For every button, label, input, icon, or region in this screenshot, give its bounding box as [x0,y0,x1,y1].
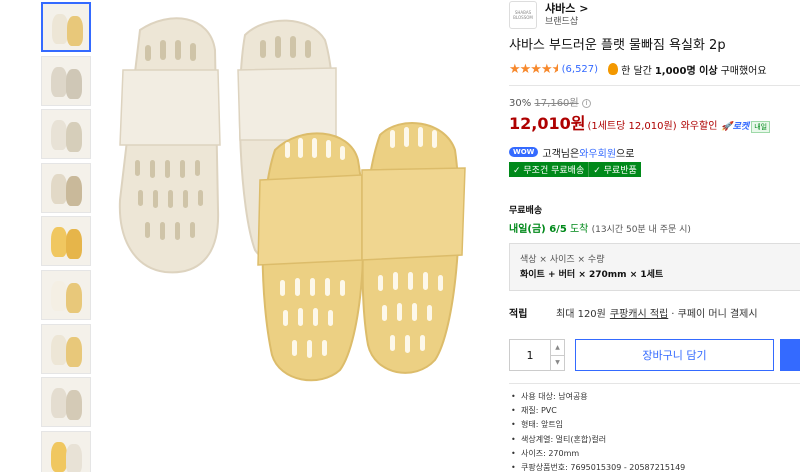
thumbnail-slipper-shape [51,227,67,258]
option-selector[interactable]: 색상 × 사이즈 × 수량 화이트 + 버터 × 270mm × 1세트 [509,243,800,291]
benefit-badges: ✓ 무조건 무료배송 ✓ 무료반품 [509,162,800,177]
original-price: 17,160원 [534,98,579,109]
wow-discount-label: 와우할인 [680,121,718,132]
brand-shop-label: 브랜드샵 [545,17,579,27]
wow-suffix: 으로 [616,148,635,160]
thumbnail-slipper-shape [51,334,67,365]
product-title: 샤바스 부드러운 플랫 물빠짐 욕실화 2p [509,38,726,53]
brand-text: 샤바스 > 브랜드샵 [545,2,588,28]
spec-item: 사이즈: 270mm [509,447,800,461]
butter-slipper-left [257,132,365,382]
order-deadline: (13시간 50분 내 주문 시) [591,225,691,235]
rating-row: ★★★★★ (6,527) 한 달간 1,000명 이상 구매했어요 [509,61,800,77]
thumbnail-item[interactable] [41,162,91,213]
thumbnail-slipper-shape [66,68,82,99]
points-max: 최대 120원 [556,308,606,320]
sold-count: 1,000명 이상 [654,65,718,77]
discount-row: 30% 17,160원 i [509,94,800,109]
points-row: 적립 최대 120원 쿠팡캐시 적립 · 쿠페이 머니 결제시 [509,305,800,320]
thumbnail-list [41,2,93,472]
unit-price: (1세트당 12,010원) [587,121,677,132]
wow-prefix: 고객님은 [542,148,580,160]
buy-now-button[interactable] [780,339,800,371]
discount-rate: 30% [509,98,532,109]
thumbnail-slipper-shape [66,229,82,260]
review-count-link[interactable]: (6,527) [562,64,598,75]
thumbnail-item[interactable] [41,323,91,374]
info-icon[interactable]: i [581,98,591,108]
tomorrow-badge: 내일 [751,121,771,133]
thumbnail-slipper-shape [66,175,82,206]
thumbnail-slipper-shape [66,336,82,367]
free-return-badge: ✓ 무료반품 [588,162,641,177]
thumbnail-item[interactable] [41,377,91,428]
thumbnail-slipper-shape [51,280,67,311]
spec-item: 색상계열: 멀티(혼합)컬러 [509,433,800,447]
brand-row: SHABAS BLOSSOM 샤바스 > 브랜드샵 [509,0,800,30]
thumbnail-slipper-shape [51,66,67,97]
product-info-panel: SHABAS BLOSSOM 샤바스 > 브랜드샵 샤바스 부드러운 플랫 물빠… [509,0,800,472]
wow-badge: WOW [509,147,539,157]
thumbnail-slipper-shape [52,14,68,44]
quantity-stepper-buttons: ▲ ▼ [550,340,564,370]
divider [509,85,800,86]
thumbnail-item[interactable] [41,55,91,106]
butter-slipper-right [361,122,466,374]
brand-name-link[interactable]: 샤바스 > [545,2,588,16]
add-to-cart-button[interactable]: 장바구니 담기 [575,339,774,371]
thumbnail-slipper-shape [66,443,82,472]
option-value: 화이트 + 버터 × 270mm × 1세트 [520,270,664,280]
points-suffix: · 쿠페이 머니 결제시 [671,308,758,320]
delivery-date: 내일(금) 6/5 [509,224,567,235]
thumbnail-item[interactable] [41,109,91,160]
thumbnail-slipper-shape [67,16,83,46]
spec-item: 재질: PVC [509,404,800,418]
divider [509,383,800,384]
star-rating-icon[interactable]: ★★★★★ [509,62,558,77]
delivery-arrival: 도착 [569,224,589,235]
spec-item: 형태: 앞트임 [509,418,800,432]
main-product-image [118,17,466,382]
sale-price: 12,010원 [509,114,586,133]
spec-item: 사용 대상: 남여공용 [509,390,800,404]
thumbnail-item[interactable] [41,269,91,320]
quantity-input[interactable] [510,340,550,370]
rocket-delivery-icon: 🚀로켓 [721,122,750,132]
wow-member-link[interactable]: 와우회원 [579,145,616,160]
brand-logo-text: SHABAS BLOSSOM [513,10,533,20]
delivery-row: 내일(금) 6/5 도착 (13시간 50분 내 주문 시) [509,220,800,235]
free-shipping-badge: ✓ 무조건 무료배송 [509,162,589,177]
thumbnail-slipper-shape [66,390,82,421]
thumbnail-slipper-shape [66,282,82,313]
thumbnail-slipper-shape [66,122,82,153]
sold-suffix: 구매했어요 [720,65,767,77]
spec-list: 사용 대상: 남여공용 재질: PVC 형태: 앞트임 색상계열: 멀티(혼합)… [509,390,800,472]
shipping-title: 무료배송 [509,206,543,216]
price-row: 12,010원 (1세트당 12,010원) 와우할인 🚀로켓 내일 [509,110,800,133]
chevron-up-icon[interactable]: ▲ [551,340,564,355]
white-slipper-left [118,17,221,274]
brand-logo[interactable]: SHABAS BLOSSOM [509,1,537,29]
coupang-cash-link[interactable]: 쿠팡캐시 적립 [610,305,668,320]
thumbnail-item[interactable] [41,216,91,267]
chevron-down-icon[interactable]: ▼ [551,354,564,371]
thumbnail-slipper-shape [51,173,67,204]
thumbnail-slipper-shape [51,388,67,419]
thumbnail-slipper-shape [51,120,67,151]
thumbnail-item[interactable] [41,430,91,472]
cart-row: ▲ ▼ 장바구니 담기 [509,339,800,371]
thumbnail-item[interactable] [41,2,91,52]
rocket-label: 로켓 [732,122,750,132]
wow-member-row: WOW 고객님은 와우회원 으로 [509,145,800,160]
points-label: 적립 [509,308,528,320]
thumbnail-slipper-shape [51,441,67,472]
option-label: 색상 × 사이즈 × 수량 [520,255,605,265]
sold-prefix: 한 달간 [621,65,652,77]
purchase-hand-icon [608,63,619,75]
quantity-stepper: ▲ ▼ [509,339,565,371]
spec-item: 쿠팡상품번호: 7695015309 - 20587215149 [509,461,800,472]
